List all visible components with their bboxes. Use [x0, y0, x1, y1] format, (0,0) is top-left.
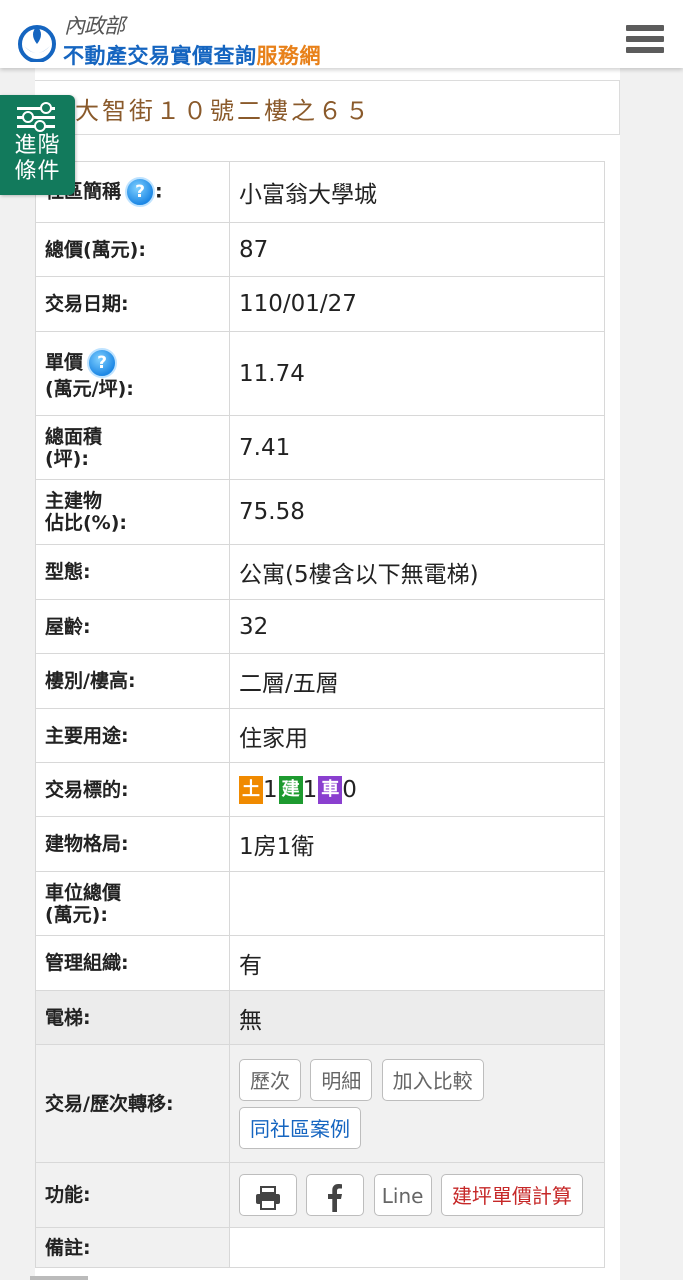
line-share-button[interactable]: Line	[373, 1174, 432, 1216]
ministry-logo-icon	[18, 25, 56, 62]
floor-value: 二層/五層	[229, 653, 605, 709]
row-building-type: 型態: 公寓(5樓含以下無電梯)	[35, 544, 605, 600]
row-community: 社區簡稱?: 小富翁大學城	[35, 161, 605, 223]
main-building-label-unit: 佔比(%):	[45, 512, 128, 534]
elevator-value: 無	[229, 990, 605, 1045]
printer-icon	[256, 1185, 280, 1210]
parking-price-label: 車位總價	[45, 881, 122, 904]
scroll-indicator	[30, 1276, 88, 1280]
management-label: 管理組織:	[35, 935, 230, 991]
row-floor: 樓別/樓高: 二層/五層	[35, 653, 605, 709]
remarks-value	[229, 1227, 605, 1268]
layout-label: 建物格局:	[35, 816, 230, 872]
row-building-age: 屋齡: 32	[35, 599, 605, 654]
parking-price-label-unit: (萬元):	[45, 903, 108, 926]
site-title-accent: 服務網	[256, 44, 321, 68]
row-main-use: 主要用途: 住家用	[35, 708, 605, 763]
transaction-target-label: 交易標的:	[35, 762, 230, 817]
floor-label: 樓別/樓高:	[35, 653, 230, 709]
row-main-building-ratio: 主建物 佔比(%): 75.58	[35, 479, 605, 545]
total-area-label: 總面積	[45, 425, 103, 448]
advanced-filter-label: 進階 條件	[14, 133, 61, 184]
help-question-icon[interactable]: ?	[87, 347, 118, 378]
advanced-filter-button[interactable]: 進階 條件	[0, 95, 75, 195]
building-badge: 建	[278, 775, 303, 804]
facebook-share-button[interactable]	[306, 1174, 365, 1216]
detail-panel: 大智街１０號二樓之６５ 社區簡稱?: 小富翁大學城 總價(萬元): 87 交易日…	[35, 68, 620, 1280]
row-total-price: 總價(萬元): 87	[35, 222, 605, 277]
trade-date-label: 交易日期:	[35, 276, 230, 332]
total-price-value: 87	[229, 222, 605, 277]
print-button[interactable]	[239, 1174, 297, 1216]
community-value: 小富翁大學城	[229, 161, 605, 223]
facebook-icon	[328, 1183, 343, 1212]
row-unit-price: 單價? (萬元/坪): 11.74	[35, 331, 605, 416]
transaction-target-value: 土1建1車0	[229, 762, 605, 817]
main-building-label: 主建物	[45, 490, 103, 512]
row-transaction-target: 交易標的: 土1建1車0	[35, 762, 605, 817]
layout-value: 1房1衛	[229, 816, 605, 872]
main-building-value: 75.58	[229, 479, 605, 545]
functions-label: 功能:	[35, 1162, 230, 1228]
elevator-label: 電梯:	[35, 990, 230, 1045]
site-title[interactable]: 不動產交易實價查詢服務網	[63, 40, 321, 70]
property-address: 大智街１０號二樓之６５	[75, 97, 372, 125]
transaction-detail-table: 社區簡稱?: 小富翁大學城 總價(萬元): 87 交易日期: 110/01/27…	[35, 161, 605, 1268]
building-age-value: 32	[229, 599, 605, 654]
floor-unit-price-calc-button[interactable]: 建坪單價計算	[440, 1174, 583, 1216]
parking-badge: 車	[318, 775, 343, 804]
same-community-button[interactable]: 同社區案例	[239, 1106, 361, 1149]
transfer-label: 交易/歷次轉移:	[35, 1044, 230, 1163]
top-header: 內政部 不動產交易實價查詢服務網	[0, 0, 683, 68]
row-remarks: 備註:	[35, 1227, 605, 1268]
detail-button[interactable]: 明細	[310, 1058, 373, 1101]
agency-name: 內政部	[64, 14, 125, 38]
total-area-value: 7.41	[229, 415, 605, 480]
unit-price-label-unit: (萬元/坪):	[45, 377, 134, 400]
row-trade-date: 交易日期: 110/01/27	[35, 276, 605, 332]
total-price-label: 總價(萬元):	[35, 222, 230, 277]
site-title-main: 不動產交易實價查詢	[63, 44, 257, 68]
trade-date-value: 110/01/27	[229, 276, 605, 332]
row-parking-price: 車位總價 (萬元):	[35, 871, 605, 936]
row-functions: 功能: Line 建坪單價計算	[35, 1162, 605, 1228]
building-age-label: 屋齡:	[35, 599, 230, 654]
row-layout: 建物格局: 1房1衛	[35, 816, 605, 872]
add-compare-button[interactable]: 加入比較	[381, 1058, 484, 1101]
main-use-label: 主要用途:	[35, 708, 230, 763]
row-total-area: 總面積 (坪): 7.41	[35, 415, 605, 480]
parking-price-value	[229, 871, 605, 936]
building-count: 1	[302, 776, 318, 803]
row-elevator: 電梯: 無	[35, 990, 605, 1045]
history-button[interactable]: 歷次	[239, 1058, 301, 1101]
address-bar: 大智街１０號二樓之６５	[35, 80, 620, 135]
total-area-label-unit: (坪):	[45, 447, 89, 470]
building-type-value: 公寓(5樓含以下無電梯)	[229, 544, 605, 600]
help-question-icon[interactable]: ?	[125, 177, 156, 207]
hamburger-menu-icon[interactable]	[626, 25, 664, 57]
row-management: 管理組織: 有	[35, 935, 605, 991]
management-value: 有	[229, 935, 605, 991]
row-transfer: 交易/歷次轉移: 歷次 明細 加入比較 同社區案例	[35, 1044, 605, 1163]
unit-price-value: 11.74	[229, 331, 605, 416]
land-count: 1	[263, 776, 278, 803]
land-badge: 土	[239, 775, 263, 804]
building-type-label: 型態:	[35, 544, 230, 600]
main-use-value: 住家用	[229, 708, 605, 763]
remarks-label: 備註:	[35, 1227, 230, 1268]
unit-price-label: 單價	[45, 351, 84, 373]
parking-count: 0	[342, 776, 357, 803]
